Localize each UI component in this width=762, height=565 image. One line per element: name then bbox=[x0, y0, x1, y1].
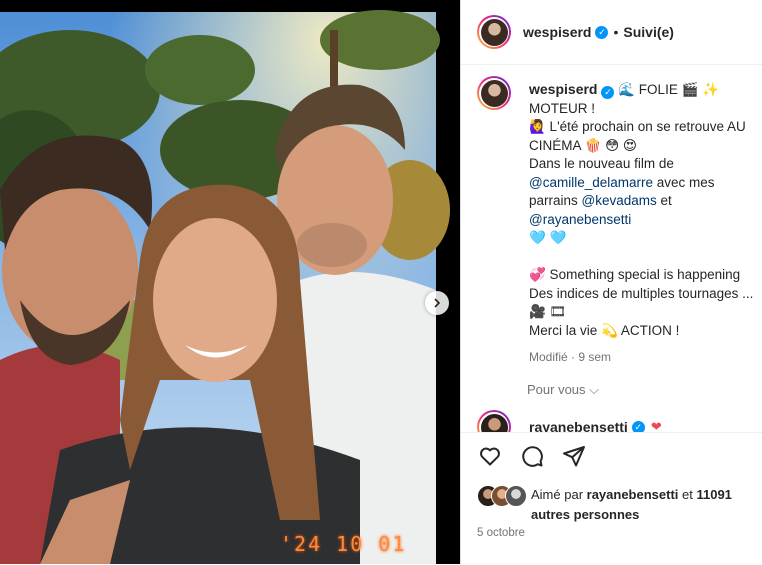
caption-line: Merci la vie 💫 ACTION ! bbox=[529, 322, 680, 338]
caption-line-text: avec mes bbox=[653, 174, 715, 190]
liker-avatar bbox=[505, 485, 527, 507]
post-side-panel: wespiserd ✓ • Suivi(e) wespiserd ✓ 🌊 FOLI… bbox=[460, 0, 762, 565]
caption-line: Dans le nouveau film de bbox=[529, 156, 674, 171]
mention-link[interactable]: @rayanebensetti bbox=[529, 212, 631, 227]
post-header: wespiserd ✓ • Suivi(e) bbox=[461, 0, 762, 65]
author-username-link[interactable]: wespiserd bbox=[523, 24, 591, 40]
chevron-right-icon bbox=[434, 298, 441, 308]
comment-heart-emoji: ❤ bbox=[650, 419, 662, 432]
action-icons bbox=[477, 443, 587, 469]
caption-line: 💞 Something special is happening bbox=[529, 267, 741, 282]
separator-dot: • bbox=[613, 24, 619, 40]
likes-row: Aimé par rayanebensetti et 11091 autres … bbox=[477, 485, 761, 525]
likes-suffix: autres personnes bbox=[531, 507, 640, 522]
avatar-image bbox=[480, 18, 508, 46]
caption-area: wespiserd ✓ 🌊 FOLIE 🎬 ✨ MOTEUR ! 🙋‍♀️ L'é… bbox=[461, 64, 762, 432]
caption-author-avatar[interactable] bbox=[477, 76, 511, 110]
heart-icon bbox=[480, 447, 500, 466]
comment-icon bbox=[522, 446, 543, 467]
comment-button[interactable] bbox=[519, 443, 545, 469]
caption-line-text: 🌊 FOLIE 🎬 ✨ bbox=[618, 82, 719, 97]
verified-badge-icon: ✓ bbox=[601, 85, 615, 99]
caption-line: @camille_delamarre avec mes bbox=[529, 174, 755, 193]
for-you-toggle[interactable]: Pour vous ⌵ bbox=[527, 382, 599, 398]
post-photo[interactable]: '24 10 01 bbox=[0, 0, 460, 564]
caption-line-text: et bbox=[656, 193, 672, 208]
caption-line-text: parrains bbox=[529, 193, 582, 208]
mention-link[interactable]: @kevadams bbox=[582, 193, 657, 208]
following-button[interactable]: Suivi(e) bbox=[623, 24, 674, 40]
send-icon bbox=[563, 446, 585, 467]
caption-line: 🙋‍♀️ L'été prochain on se retrouve AU bbox=[529, 119, 746, 134]
commenter-username-link[interactable]: rayanebensetti bbox=[529, 419, 628, 432]
avatar-ring bbox=[479, 17, 509, 47]
commenter-avatar[interactable] bbox=[477, 410, 511, 432]
caption-line: 🎥 🎞 bbox=[529, 304, 567, 319]
caption-text: wespiserd ✓ 🌊 FOLIE 🎬 ✨ MOTEUR ! 🙋‍♀️ L'é… bbox=[529, 80, 755, 367]
post-actions: Aimé par rayanebensetti et 11091 autres … bbox=[461, 432, 762, 565]
avatar-image bbox=[480, 79, 508, 107]
caption-line: MOTEUR ! bbox=[529, 100, 595, 116]
caption-line: Des indices de multiples tournages ... bbox=[529, 285, 754, 301]
liker-avatars[interactable] bbox=[477, 485, 527, 507]
like-button[interactable] bbox=[477, 443, 503, 469]
caption-line: wespiserd ✓ 🌊 FOLIE 🎬 ✨ bbox=[529, 80, 755, 100]
likes-middle: et bbox=[678, 487, 697, 502]
caption-line: 🩵 🩵 bbox=[529, 230, 567, 245]
verified-badge-icon: ✓ bbox=[631, 420, 645, 432]
header-user: wespiserd ✓ • Suivi(e) bbox=[523, 24, 674, 40]
likes-count: 11091 bbox=[696, 487, 732, 502]
caption-line: CINÉMA 🍿 😳 😍 bbox=[529, 137, 637, 153]
photo-illustration bbox=[0, 0, 460, 564]
comment-row: rayanebensetti ✓ ❤ bbox=[477, 410, 662, 432]
caption-username-link[interactable]: wespiserd bbox=[529, 81, 597, 97]
liker-username[interactable]: rayanebensetti bbox=[587, 487, 679, 502]
avatar-image bbox=[480, 413, 508, 432]
likes-prefix: Aimé par bbox=[531, 487, 587, 502]
photo-date-stamp: '24 10 01 bbox=[280, 532, 407, 556]
author-avatar[interactable] bbox=[477, 15, 511, 49]
mention-link[interactable]: @camille_delamarre bbox=[529, 175, 653, 190]
caption-line: @rayanebensetti bbox=[529, 211, 755, 230]
post-date[interactable]: 5 octobre bbox=[477, 527, 525, 539]
verified-badge-icon: ✓ bbox=[595, 25, 609, 39]
carousel-next-button[interactable] bbox=[425, 291, 449, 315]
share-button[interactable] bbox=[561, 443, 587, 469]
likes-summary[interactable]: Aimé par rayanebensetti et 11091 autres … bbox=[531, 485, 761, 525]
caption-line: parrains @kevadams et bbox=[529, 192, 755, 211]
avatar-ring bbox=[479, 412, 509, 432]
avatar-ring bbox=[479, 78, 509, 108]
caption-meta: Modifié · 9 sem bbox=[529, 350, 612, 364]
